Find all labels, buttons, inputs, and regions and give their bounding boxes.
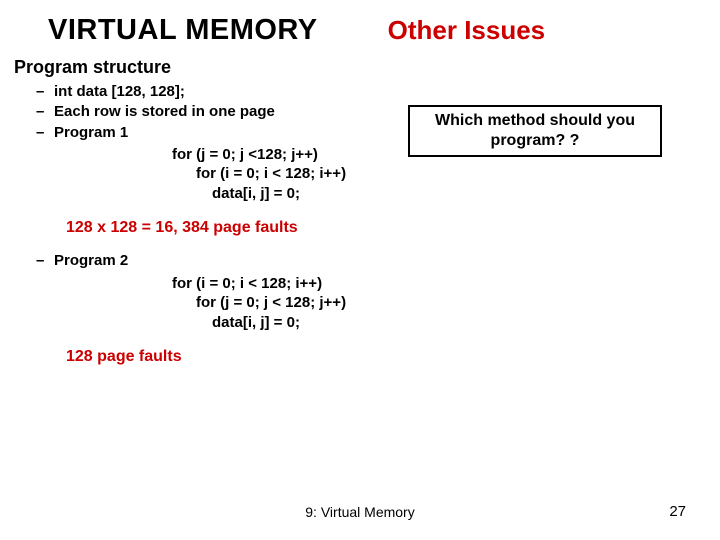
- program1-result: 128 x 128 = 16, 384 page faults: [66, 219, 720, 237]
- bullet-program2: Program 2: [54, 251, 720, 271]
- code-line: data[i, j] = 0;: [212, 184, 720, 204]
- question-box: Which method should you program? ?: [408, 105, 662, 157]
- slide-title: VIRTUAL MEMORY: [48, 14, 318, 47]
- bullet-declaration: int data [128, 128];: [54, 82, 720, 102]
- slide-subtitle: Other Issues: [388, 15, 546, 46]
- footer-center: 9: Virtual Memory: [0, 504, 720, 520]
- code-block-program2: for (i = 0; i < 128; i++) for (j = 0; j …: [172, 274, 720, 333]
- page-number: 27: [669, 503, 686, 520]
- code-line: for (j = 0; j < 128; j++): [196, 293, 720, 313]
- program2-result: 128 page faults: [66, 348, 720, 366]
- code-line: for (i = 0; i < 128; i++): [172, 274, 720, 294]
- section-heading: Program structure: [14, 57, 720, 78]
- code-line: for (i = 0; i < 128; i++): [196, 164, 720, 184]
- code-line: data[i, j] = 0;: [212, 313, 720, 333]
